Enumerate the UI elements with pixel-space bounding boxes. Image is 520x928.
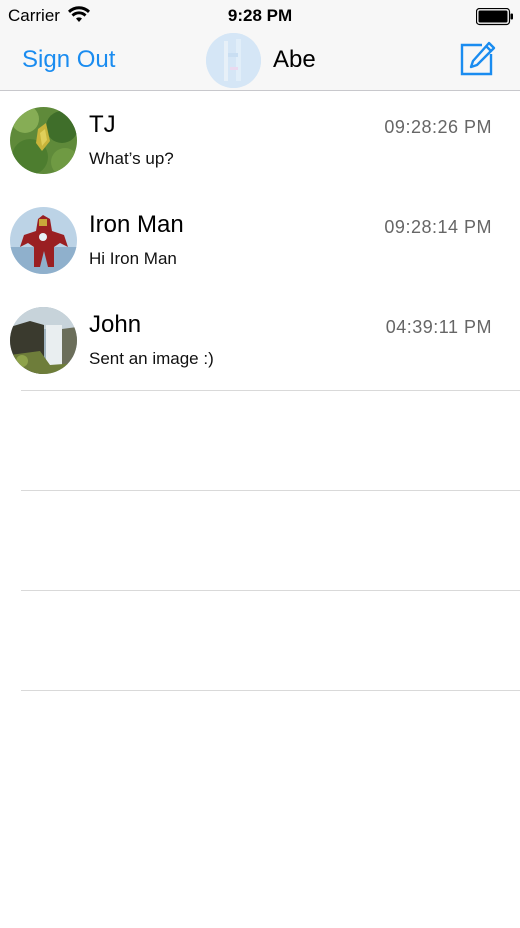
sign-out-button[interactable]: Sign Out (22, 46, 115, 74)
nav-bar: Sign Out Abe (0, 32, 520, 91)
message-preview: Hi Iron Man (89, 249, 177, 268)
contact-name: TJ (89, 111, 116, 138)
conversation-row[interactable]: Iron Man 09:28:14 PM Hi Iron Man (0, 191, 520, 291)
contact-avatar (10, 107, 77, 174)
contact-name: John (89, 311, 142, 338)
message-preview: Sent an image :) (89, 349, 214, 368)
nav-title: Abe (273, 46, 316, 73)
message-time: 09:28:14 PM (384, 217, 492, 237)
message-time: 09:28:26 PM (384, 117, 492, 137)
message-time: 04:39:11 PM (385, 317, 492, 337)
profile-avatar[interactable] (206, 33, 261, 88)
battery-icon (475, 7, 514, 31)
message-preview: What’s up? (89, 149, 174, 168)
empty-row (0, 391, 520, 491)
conversation-list: TJ 09:28:26 PM What’s up? Iron Man 09:28… (0, 91, 520, 691)
status-time: 9:28 PM (227, 6, 293, 25)
row-divider (21, 690, 520, 691)
contact-name: Iron Man (89, 211, 184, 238)
contact-avatar (10, 307, 77, 374)
contact-avatar (10, 207, 77, 274)
compose-icon[interactable] (460, 41, 496, 82)
conversation-row[interactable]: TJ 09:28:26 PM What’s up? (0, 91, 520, 191)
status-bar: Carrier 9:28 PM (0, 0, 520, 32)
empty-row (0, 491, 520, 591)
conversation-row[interactable]: John 04:39:11 PM Sent an image :) (0, 291, 520, 391)
empty-row (0, 591, 520, 691)
